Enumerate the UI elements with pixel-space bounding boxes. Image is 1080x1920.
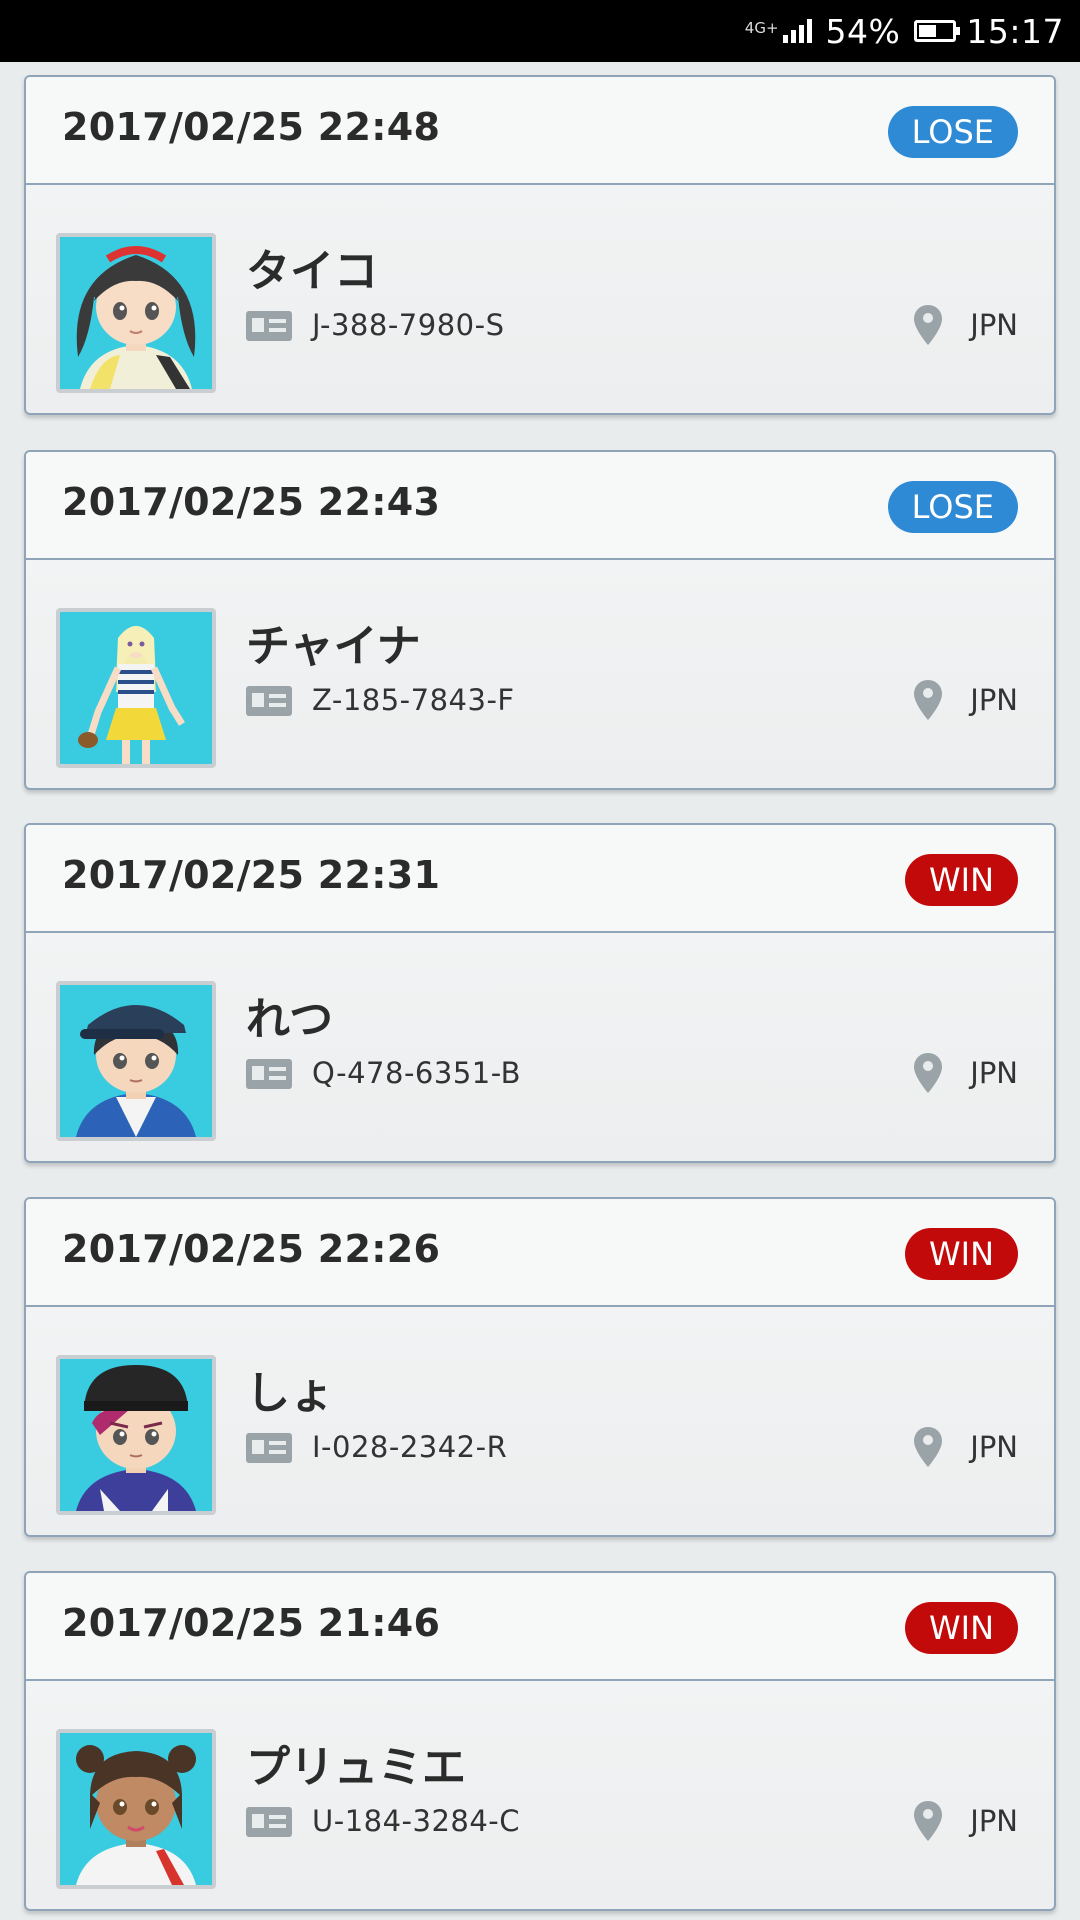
battle-card-header: 2017/02/25 21:46 WIN <box>26 1573 1054 1681</box>
player-avatar <box>56 233 216 393</box>
region-label: JPN <box>970 1056 1018 1090</box>
result-badge: LOSE <box>887 481 1018 533</box>
id-card-icon <box>246 1807 292 1837</box>
location-pin-icon <box>914 1427 942 1467</box>
player-name: チャイナ <box>246 621 421 672</box>
result-badge: WIN <box>904 854 1018 906</box>
id-card-icon <box>246 1433 292 1463</box>
player-avatar <box>56 1355 216 1515</box>
player-avatar <box>56 981 216 1141</box>
friend-code: J-388-7980-S <box>312 308 505 342</box>
location-pin-icon <box>914 305 942 345</box>
battle-card-header: 2017/02/25 22:43 LOSE <box>26 452 1054 560</box>
battle-card[interactable]: 2017/02/25 22:31 WIN れつ Q-478-6351-B JPN <box>24 823 1056 1163</box>
friend-code: Q-478-6351-B <box>312 1056 522 1090</box>
region-label: JPN <box>970 1804 1018 1838</box>
id-card-icon <box>246 311 292 341</box>
friend-code: I-028-2342-R <box>312 1430 508 1464</box>
battle-card-header: 2017/02/25 22:48 LOSE <box>26 77 1054 185</box>
region-label: JPN <box>970 308 1018 342</box>
battle-card-body: プリュミエ U-184-3284-C JPN <box>26 1681 1054 1909</box>
battle-card[interactable]: 2017/02/25 21:46 WIN プリュミエ U-184-3284-C … <box>24 1571 1056 1911</box>
battle-card[interactable]: 2017/02/25 22:48 LOSE タイコ J-388-7980-S J… <box>24 75 1056 415</box>
battle-card-body: れつ Q-478-6351-B JPN <box>26 933 1054 1161</box>
player-name: タイコ <box>246 246 378 297</box>
battle-date: 2017/02/25 22:31 <box>62 853 441 897</box>
region-label: JPN <box>970 683 1018 717</box>
battle-card[interactable]: 2017/02/25 22:43 LOSE チャイナ Z-185-7843-F … <box>24 450 1056 790</box>
battery-icon <box>914 20 961 42</box>
result-badge: WIN <box>904 1228 1018 1280</box>
battle-date: 2017/02/25 22:43 <box>62 480 441 524</box>
network-type: 4G+ <box>744 19 779 37</box>
clock: 15:17 <box>966 11 1064 51</box>
battle-date: 2017/02/25 22:48 <box>62 105 441 149</box>
battle-card-header: 2017/02/25 22:26 WIN <box>26 1199 1054 1307</box>
friend-code: U-184-3284-C <box>312 1804 521 1838</box>
location-pin-icon <box>914 1053 942 1093</box>
battle-card-body: チャイナ Z-185-7843-F JPN <box>26 560 1054 788</box>
battle-date: 2017/02/25 21:46 <box>62 1601 441 1645</box>
signal-icon <box>782 19 812 43</box>
battle-card[interactable]: 2017/02/25 22:26 WIN しょ I-028-2342-R JPN <box>24 1197 1056 1537</box>
player-name: しょ <box>246 1368 334 1419</box>
result-badge: WIN <box>904 1602 1018 1654</box>
player-name: れつ <box>246 994 334 1045</box>
result-badge: LOSE <box>887 106 1018 158</box>
id-card-icon <box>246 1059 292 1089</box>
region-label: JPN <box>970 1430 1018 1464</box>
location-pin-icon <box>914 680 942 720</box>
battle-card-body: タイコ J-388-7980-S JPN <box>26 185 1054 413</box>
id-card-icon <box>246 686 292 716</box>
location-pin-icon <box>914 1801 942 1841</box>
battle-card-header: 2017/02/25 22:31 WIN <box>26 825 1054 933</box>
player-name: プリュミエ <box>246 1742 466 1793</box>
battle-date: 2017/02/25 22:26 <box>62 1227 441 1271</box>
player-avatar <box>56 1729 216 1889</box>
friend-code: Z-185-7843-F <box>312 683 515 717</box>
battle-card-body: しょ I-028-2342-R JPN <box>26 1307 1054 1535</box>
battery-percent: 54% <box>825 11 901 51</box>
player-avatar <box>56 608 216 768</box>
status-bar: 4G+ 54% 15:17 <box>0 0 1080 62</box>
